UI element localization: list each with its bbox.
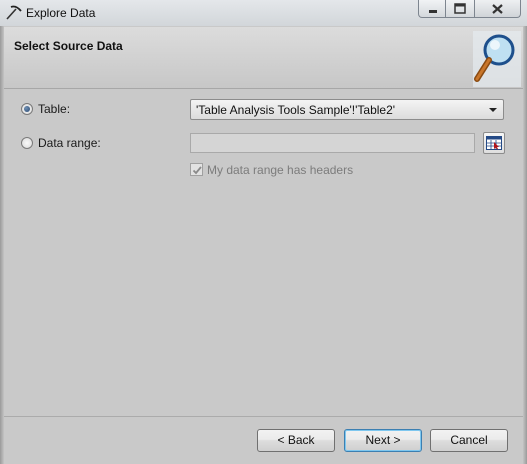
pickaxe-icon <box>6 5 22 20</box>
cancel-button[interactable]: Cancel <box>430 429 508 452</box>
wizard-content <box>4 89 523 414</box>
minimize-button[interactable] <box>418 0 446 18</box>
magnifier-icon <box>473 31 521 87</box>
footer-divider <box>4 416 523 417</box>
page-title: Select Source Data <box>14 39 123 53</box>
maximize-button[interactable] <box>446 0 475 18</box>
title-bar: Explore Data <box>0 0 527 26</box>
window-title: Explore Data <box>26 6 96 20</box>
close-icon <box>492 4 503 14</box>
minimize-icon <box>429 10 437 13</box>
next-button[interactable]: Next > <box>344 429 422 452</box>
window-border-right <box>523 26 527 464</box>
restore-icon <box>454 3 466 14</box>
close-button[interactable] <box>475 0 521 18</box>
back-button[interactable]: < Back <box>257 429 335 452</box>
wizard-header: Select Source Data <box>4 27 523 89</box>
